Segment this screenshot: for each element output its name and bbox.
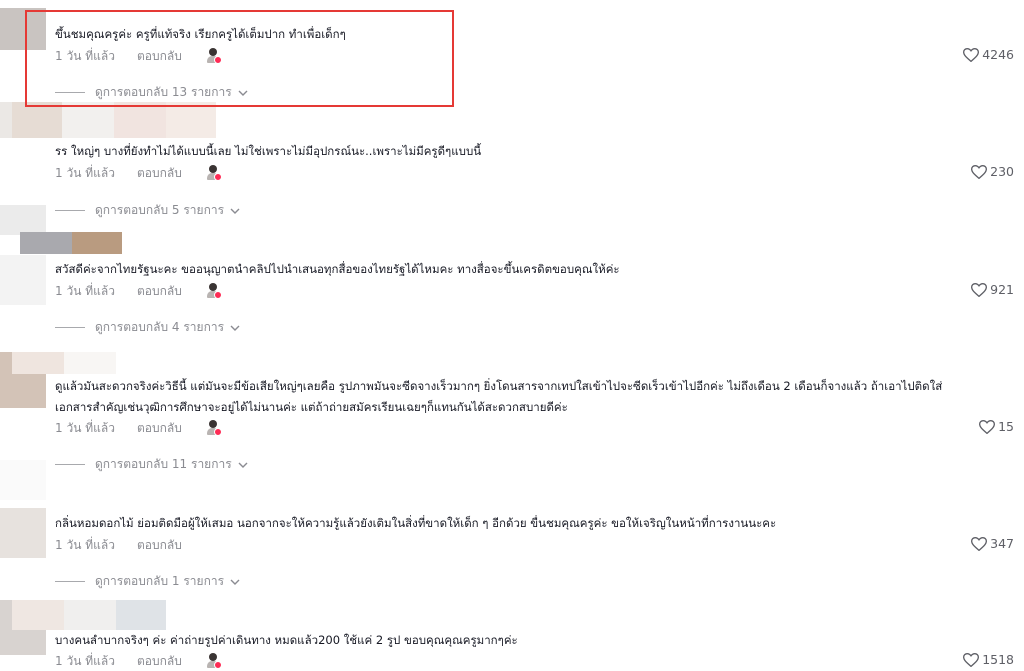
- creator-liked-avatar-icon: [206, 48, 222, 64]
- view-replies-button[interactable]: ดูการตอบกลับ 11 รายการ: [55, 455, 248, 474]
- like-count: 230: [990, 164, 1014, 179]
- like-button[interactable]: 921: [971, 282, 1014, 297]
- view-replies-button[interactable]: ดูการตอบกลับ 5 รายการ: [55, 201, 240, 220]
- view-replies-button[interactable]: ดูการตอบกลับ 13 รายการ: [55, 83, 248, 102]
- comment-time: 1 วัน ที่แล้ว: [55, 653, 115, 668]
- chevron-down-icon: [230, 579, 240, 585]
- heart-icon: [963, 47, 980, 62]
- blurred-username: [12, 600, 64, 630]
- blurred-avatar: [0, 460, 46, 500]
- blurred-username: [116, 600, 166, 630]
- divider-line: [55, 581, 85, 582]
- reply-button[interactable]: ตอบกลับ: [137, 536, 182, 555]
- like-count: 921: [990, 282, 1014, 297]
- like-count: 15: [998, 419, 1014, 434]
- comment-text: รร ใหญ่ๆ บางที่ยังทำไม่ได้แบบนี้เลย ไม่ใ…: [55, 144, 482, 158]
- heart-icon: [979, 419, 996, 434]
- comment-meta: 1 วัน ที่แล้ว ตอบกลับ: [55, 651, 222, 671]
- creator-liked-avatar-icon: [206, 283, 222, 299]
- heart-icon: [971, 282, 988, 297]
- blurred-username: [20, 232, 72, 254]
- divider-line: [55, 92, 85, 93]
- reply-button[interactable]: ตอบกลับ: [137, 419, 182, 438]
- comment-time: 1 วัน ที่แล้ว: [55, 165, 115, 180]
- comment-text-line-1: ดูแล้วมันสะดวกจริงค่ะวิธีนี้ แต่มันจะมีข…: [55, 379, 943, 393]
- view-replies-button[interactable]: ดูการตอบกลับ 1 รายการ: [55, 572, 240, 591]
- like-button[interactable]: 1518: [963, 652, 1014, 667]
- comment-time: 1 วัน ที่แล้ว: [55, 48, 115, 63]
- like-button[interactable]: 347: [971, 536, 1014, 551]
- comment-meta: 1 วัน ที่แล้ว ตอบกลับ: [55, 281, 222, 301]
- like-count: 347: [990, 536, 1014, 551]
- comment-text-line-2: เอกสารสำคัญเช่นวุฒิการศึกษาจะอยู่ได้ไม่น…: [55, 400, 568, 414]
- reply-button[interactable]: ตอบกลับ: [137, 164, 182, 183]
- comment-meta: 1 วัน ที่แล้ว ตอบกลับ: [55, 535, 206, 555]
- blurred-username: [64, 600, 116, 630]
- heart-icon: [971, 536, 988, 551]
- divider-line: [55, 464, 85, 465]
- blurred-username: [72, 232, 122, 254]
- reply-button[interactable]: ตอบกลับ: [137, 47, 182, 66]
- chevron-down-icon: [238, 90, 248, 96]
- divider-line: [55, 210, 85, 211]
- comment-meta: 1 วัน ที่แล้ว ตอบกลับ: [55, 163, 222, 183]
- blurred-username: [166, 102, 216, 138]
- reply-button[interactable]: ตอบกลับ: [137, 652, 182, 671]
- divider-line: [55, 327, 85, 328]
- blurred-username: [64, 352, 116, 374]
- like-count: 1518: [982, 652, 1014, 667]
- comment-text: ขึ้นชมคุณครูค่ะ ครูที่แท้จริง เรียกครูได…: [55, 27, 346, 41]
- chevron-down-icon: [238, 462, 248, 468]
- view-replies-label: ดูการตอบกลับ 5 รายการ: [95, 203, 225, 217]
- comment-meta: 1 วัน ที่แล้ว ตอบกลับ: [55, 418, 222, 438]
- chevron-down-icon: [230, 208, 240, 214]
- comment-meta: 1 วัน ที่แล้ว ตอบกลับ: [55, 46, 222, 66]
- blurred-avatar: [0, 255, 46, 305]
- view-replies-label: ดูการตอบกลับ 11 รายการ: [95, 457, 232, 471]
- view-replies-label: ดูการตอบกลับ 1 รายการ: [95, 574, 225, 588]
- creator-liked-avatar-icon: [206, 653, 222, 669]
- creator-liked-avatar-icon: [206, 165, 222, 181]
- like-count: 4246: [982, 47, 1014, 62]
- blurred-username: [62, 102, 114, 138]
- comment-time: 1 วัน ที่แล้ว: [55, 283, 115, 298]
- view-replies-label: ดูการตอบกลับ 13 รายการ: [95, 85, 232, 99]
- like-button[interactable]: 4246: [963, 47, 1014, 62]
- heart-icon: [971, 164, 988, 179]
- blurred-username: [12, 352, 64, 374]
- chevron-down-icon: [230, 325, 240, 331]
- reply-button[interactable]: ตอบกลับ: [137, 282, 182, 301]
- comment-text: กลิ่นหอมดอกไม้ ย่อมติดมือผู้ให้เสมอ นอกจ…: [55, 516, 777, 530]
- comment-text: สวัสดีค่ะจากไทยรัฐนะคะ ขออนุญาตนำคลิปไปน…: [55, 262, 620, 276]
- blurred-username: [12, 102, 62, 138]
- creator-liked-avatar-icon: [206, 420, 222, 436]
- blurred-avatar: [0, 508, 46, 558]
- view-replies-label: ดูการตอบกลับ 4 รายการ: [95, 320, 225, 334]
- blurred-avatar: [0, 8, 46, 50]
- comment-text: บางคนลำบากจริงๆ ค่ะ ค่าถ่ายรูปค่าเดินทาง…: [55, 633, 518, 647]
- comment-time: 1 วัน ที่แล้ว: [55, 420, 115, 435]
- heart-icon: [963, 652, 980, 667]
- like-button[interactable]: 230: [971, 164, 1014, 179]
- comment-time: 1 วัน ที่แล้ว: [55, 537, 115, 552]
- blurred-username: [114, 102, 166, 138]
- like-button[interactable]: 15: [979, 419, 1014, 434]
- blurred-avatar: [0, 205, 46, 235]
- view-replies-button[interactable]: ดูการตอบกลับ 4 รายการ: [55, 318, 240, 337]
